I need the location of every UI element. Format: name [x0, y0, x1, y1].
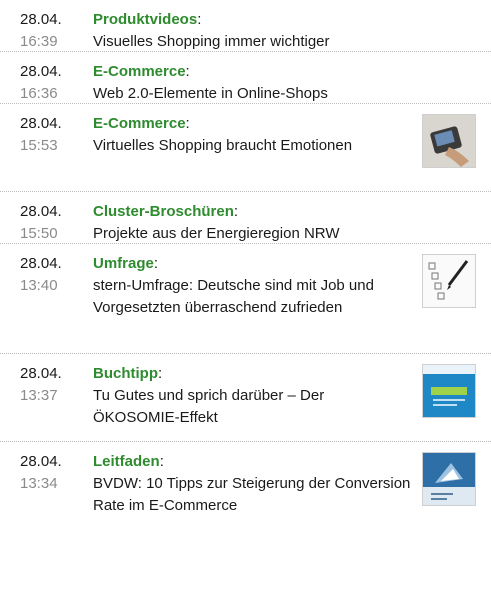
news-body: Umfrage: stern-Umfrage: Deutsche sind mi…: [93, 253, 413, 319]
news-title-link[interactable]: Visuelles Shopping immer wichtiger: [93, 31, 413, 53]
colon-separator: :: [197, 11, 202, 28]
news-date: 28.04.: [20, 63, 62, 80]
news-item: 28.04. 16:36 E-Commerce: Web 2.0-Element…: [0, 52, 491, 104]
news-title-link[interactable]: Web 2.0-Elemente in Online-Shops: [93, 83, 413, 105]
news-item: 28.04. 13:37 Buchtipp: Tu Gutes und spri…: [0, 354, 491, 442]
category-link[interactable]: Buchtipp: [93, 365, 158, 382]
news-date: 28.04.: [20, 203, 62, 220]
news-title-link[interactable]: Virtuelles Shopping braucht Emotionen: [93, 135, 413, 157]
news-time: 16:39: [20, 33, 58, 50]
news-body: Buchtipp: Tu Gutes und sprich darüber – …: [93, 363, 413, 429]
colon-separator: :: [153, 255, 159, 272]
news-body: Leitfaden: BVDW: 10 Tipps zur Steigerung…: [93, 451, 413, 517]
category-link[interactable]: E-Commerce: [93, 115, 186, 132]
news-list: 28.04. 16:39 Produktvideos: Visuelles Sh…: [0, 0, 491, 530]
news-title-link[interactable]: Projekte aus der Energieregion NRW: [93, 223, 413, 245]
news-item: 28.04. 16:39 Produktvideos: Visuelles Sh…: [0, 0, 491, 52]
news-body: E-Commerce: Web 2.0-Elemente in Online-S…: [93, 61, 413, 105]
category-link[interactable]: Cluster-Broschüren: [93, 203, 234, 220]
news-title-link[interactable]: BVDW: 10 Tipps zur Steigerung der Conver…: [93, 473, 413, 517]
news-body: Cluster-Broschüren: Projekte aus der Ene…: [93, 201, 413, 245]
news-time: 13:40: [20, 277, 58, 294]
category-link[interactable]: E-Commerce: [93, 63, 186, 80]
news-time: 13:34: [20, 475, 58, 492]
news-time: 15:50: [20, 225, 58, 242]
category-link[interactable]: Produktvideos: [93, 11, 197, 28]
news-time: 15:53: [20, 137, 58, 154]
news-date: 28.04.: [20, 11, 62, 28]
category-link[interactable]: Umfrage: [93, 255, 154, 272]
news-date: 28.04.: [20, 255, 62, 272]
colon-separator: :: [233, 203, 239, 220]
colon-separator: :: [158, 365, 163, 382]
news-body: E-Commerce: Virtuelles Shopping braucht …: [93, 113, 413, 157]
category-link[interactable]: Leitfaden: [93, 453, 160, 470]
news-time: 13:37: [20, 387, 58, 404]
colon-separator: :: [159, 453, 164, 470]
news-title-link[interactable]: Tu Gutes und sprich darüber – Der ÖKOSOM…: [93, 385, 413, 429]
news-time: 16:36: [20, 85, 58, 102]
news-body: Produktvideos: Visuelles Shopping immer …: [93, 9, 413, 53]
news-date: 28.04.: [20, 365, 62, 382]
news-date: 28.04.: [20, 453, 62, 470]
news-item: 28.04. 15:53 E-Commerce: Virtuelles Shop…: [0, 104, 491, 192]
mobile-phone-thumbnail[interactable]: [422, 114, 476, 168]
colon-separator: :: [185, 115, 190, 132]
colon-separator: :: [185, 63, 190, 80]
guide-cover-thumbnail[interactable]: [422, 452, 476, 506]
book-cover-thumbnail[interactable]: [422, 364, 476, 418]
news-item: 28.04. 15:50 Cluster-Broschüren: Projekt…: [0, 192, 491, 244]
checklist-thumbnail[interactable]: [422, 254, 476, 308]
news-item: 28.04. 13:40 Umfrage: stern-Umfrage: Deu…: [0, 244, 491, 354]
news-item: 28.04. 13:34 Leitfaden: BVDW: 10 Tipps z…: [0, 442, 491, 530]
news-date: 28.04.: [20, 115, 62, 132]
news-title-link[interactable]: stern-Umfrage: Deutsche sind mit Job und…: [93, 275, 413, 319]
